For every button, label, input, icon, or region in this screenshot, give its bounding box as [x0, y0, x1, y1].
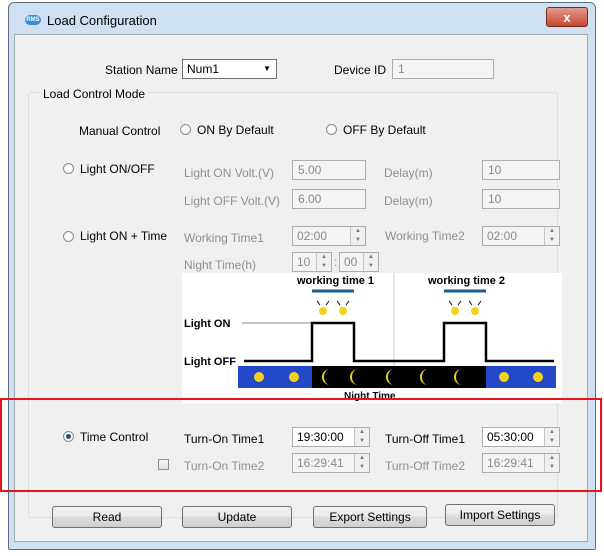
timing-diagram-svg: working time 1 working time 2 Light ON L… [182, 273, 562, 403]
manual-control-label: Manual Control [79, 124, 161, 138]
spinner-arrows-icon[interactable]: ▲ ▼ [350, 227, 365, 245]
working-time1-spinner[interactable]: 02:00 ▲ ▼ [292, 226, 366, 246]
export-settings-button[interactable]: Export Settings [313, 506, 427, 528]
turn-on-time2-checkbox[interactable] [158, 459, 169, 470]
light-on-volt-label: Light ON Volt.(V) [184, 166, 275, 180]
light-off-volt-label: Light OFF Volt.(V) [184, 194, 281, 208]
night-hours-value: 10 [297, 255, 311, 269]
close-button[interactable]: x [546, 7, 588, 27]
working-time1-value: 02:00 [297, 229, 328, 243]
turn-on-time2-spinner[interactable]: 16:29:41 ▲ ▼ [292, 453, 370, 473]
light-onoff-radio[interactable] [63, 163, 74, 174]
read-button[interactable]: Read [52, 506, 162, 528]
off-by-default-radio[interactable] [326, 124, 337, 135]
window-title: Load Configuration [47, 13, 157, 28]
time-control-label: Time Control [80, 430, 149, 444]
turn-off-time2-spinner[interactable]: 16:29:41 ▲ ▼ [482, 453, 560, 473]
night-hours-spinner[interactable]: 10 ▲ ▼ [292, 252, 332, 272]
spinner-arrows-icon[interactable]: ▲ ▼ [363, 253, 378, 271]
on-by-default-radio[interactable] [180, 124, 191, 135]
night-minutes-spinner[interactable]: 00 ▲ ▼ [339, 252, 379, 272]
working-time2-spinner[interactable]: 02:00 ▲ ▼ [482, 226, 560, 246]
device-id-label: Device ID [334, 63, 387, 77]
group-label: Load Control Mode [40, 87, 149, 101]
turn-on-time1-value: 19:30:00 [297, 430, 344, 444]
on-by-default-label: ON By Default [197, 123, 274, 137]
turn-off-time1-value: 05:30:00 [487, 430, 534, 444]
time-control-radio[interactable] [63, 431, 74, 442]
off-by-default-label: OFF By Default [343, 123, 426, 137]
spinner-arrows-icon[interactable]: ▲ ▼ [544, 428, 559, 446]
turn-on-time2-label: Turn-On Time2 [184, 459, 265, 473]
spinner-arrows-icon[interactable]: ▲ ▼ [354, 454, 369, 472]
title-bar: RMS Load Configuration x [9, 3, 595, 37]
app-icon: RMS [25, 15, 41, 25]
chevron-down-icon: ▼ [263, 64, 271, 73]
night-minutes-value: 00 [344, 255, 358, 269]
spinner-arrows-icon[interactable]: ▲ ▼ [316, 253, 331, 271]
turn-off-time2-value: 16:29:41 [487, 456, 534, 470]
turn-off-time1-spinner[interactable]: 05:30:00 ▲ ▼ [482, 427, 560, 447]
light-off-caption: Light OFF [184, 356, 236, 368]
working-time2-label: Working Time2 [385, 229, 465, 243]
station-name-combo[interactable]: Num1 ▼ [182, 59, 277, 79]
spinner-arrows-icon[interactable]: ▲ ▼ [544, 227, 559, 245]
light-onoff-label: Light ON/OFF [80, 162, 155, 176]
delay-label-1: Delay(m) [384, 166, 433, 180]
update-button[interactable]: Update [182, 506, 292, 528]
turn-on-time2-value: 16:29:41 [297, 456, 344, 470]
night-time-caption: Night Time [344, 391, 396, 402]
light-on-caption: Light ON [184, 318, 230, 330]
timing-diagram: working time 1 working time 2 Light ON L… [182, 273, 562, 403]
station-name-label: Station Name [105, 63, 178, 77]
working-time2-caption: working time 2 [427, 275, 505, 287]
working-time2-value: 02:00 [487, 229, 518, 243]
delay-field-1[interactable]: 10 [482, 160, 560, 180]
light-on-volt-field[interactable]: 5.00 [292, 160, 366, 180]
station-name-value: Num1 [187, 62, 220, 76]
working-time1-label: Working Time1 [184, 231, 264, 245]
light-off-volt-field[interactable]: 6.00 [292, 189, 366, 209]
time-separator: : [334, 255, 338, 269]
light-on-time-radio[interactable] [63, 231, 74, 242]
device-id-field[interactable]: 1 [392, 59, 494, 79]
spinner-arrows-icon[interactable]: ▲ ▼ [544, 454, 559, 472]
night-time-label: Night Time(h) [184, 258, 257, 272]
light-on-time-label: Light ON + Time [80, 229, 168, 243]
turn-on-time1-spinner[interactable]: 19:30:00 ▲ ▼ [292, 427, 370, 447]
delay-field-2[interactable]: 10 [482, 189, 560, 209]
turn-off-time2-label: Turn-Off Time2 [385, 459, 466, 473]
turn-off-time1-label: Turn-Off Time1 [385, 432, 466, 446]
working-time1-caption: working time 1 [296, 275, 374, 287]
import-settings-button[interactable]: Import Settings [445, 504, 555, 526]
delay-label-2: Delay(m) [384, 194, 433, 208]
spinner-arrows-icon[interactable]: ▲ ▼ [354, 428, 369, 446]
turn-on-time1-label: Turn-On Time1 [184, 432, 265, 446]
